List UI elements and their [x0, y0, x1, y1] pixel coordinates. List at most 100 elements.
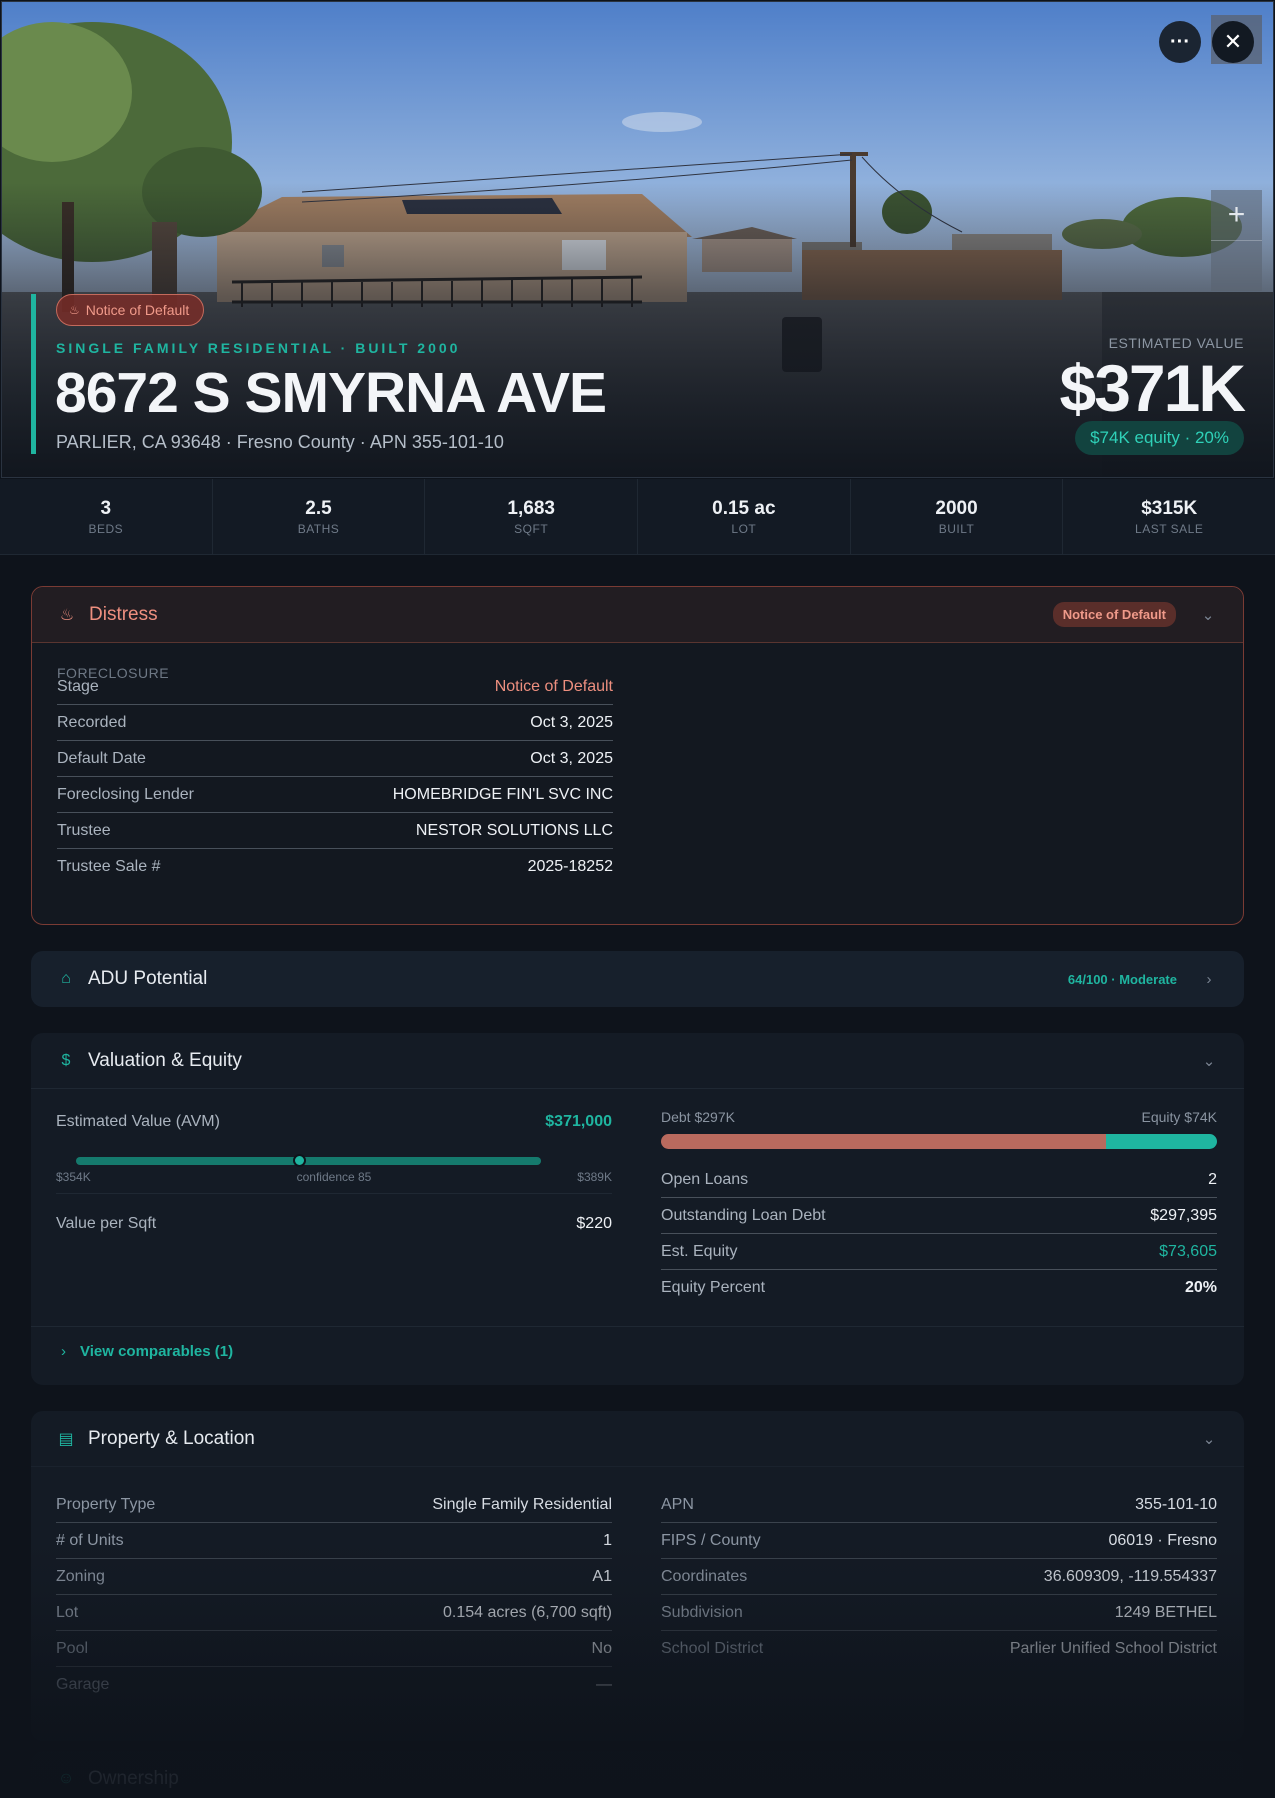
detail-row: Subdivision 1249 BETHEL: [661, 1595, 1217, 1631]
detail-key: School District: [661, 1640, 764, 1657]
distress-status-badge: Notice of Default: [1052, 602, 1176, 627]
equity-badge: $74K equity · 20%: [1075, 421, 1244, 455]
equity-segment: [1105, 1134, 1217, 1149]
loan-details: Open Loans 2 Outstanding Loan Debt $297,39…: [661, 1162, 1217, 1306]
detail-value: NESTOR SOLUTIONS LLC: [415, 821, 613, 839]
detail-value: 2: [1208, 1170, 1217, 1188]
close-icon: ✕: [1223, 29, 1243, 54]
chevron-right-icon: ›: [61, 1343, 66, 1360]
comparables-label: View comparables (1): [80, 1343, 234, 1360]
stat-value: 2000: [935, 498, 978, 519]
estimated-value-label: ESTIMATED VALUE: [1108, 335, 1244, 351]
stat-label: LAST SALE: [1135, 522, 1204, 536]
stat-value: 0.15 ac: [712, 498, 776, 519]
stat-label: LOT: [731, 522, 757, 536]
flame-icon: ♨: [69, 303, 80, 317]
property-header[interactable]: ▤ Property & Location ⌄: [31, 1411, 1244, 1467]
detail-row: Equity Percent 20%: [661, 1270, 1217, 1306]
detail-value: $297,395: [1150, 1206, 1217, 1224]
detail-row: Garage —: [56, 1667, 612, 1703]
detail-row: Estimated Value (AVM) $371,000: [56, 1104, 612, 1140]
detail-value: Oct 3, 2025: [530, 713, 613, 731]
stat-label: BEDS: [88, 522, 124, 536]
detail-key: APN: [661, 1495, 694, 1513]
adu-score: 64/100 · Moderate: [1067, 971, 1177, 987]
card-title: Ownership: [88, 1768, 179, 1789]
detail-key: Value per Sqft: [56, 1215, 157, 1232]
avm-range-fill: [76, 1157, 541, 1165]
detail-key: Zoning: [56, 1567, 105, 1585]
stat-beds: 3 BEDS: [0, 479, 213, 554]
stat-sqft: 1,683 SQFT: [425, 479, 639, 554]
valuation-equity-card: $ Valuation & Equity ⌄ Estimated Value (…: [31, 1033, 1244, 1385]
chevron-down-icon[interactable]: ⌄: [1199, 1052, 1219, 1070]
chevron-down-icon[interactable]: ⌄: [1199, 1430, 1219, 1448]
detail-row: School District Parlier Unified School Di…: [661, 1631, 1217, 1667]
detail-key: Estimated Value (AVM): [56, 1113, 220, 1130]
adu-header[interactable]: ⌂ ADU Potential 64/100 · Moderate ›: [31, 951, 1244, 1007]
avm-range-bar: [76, 1154, 541, 1167]
equity-label: Equity $74K: [1141, 1109, 1218, 1125]
chevron-down-icon[interactable]: ⌄: [1198, 606, 1218, 624]
detail-value: HOMEBRIDGE FIN'L SVC INC: [392, 785, 613, 803]
detail-key: Coordinates: [661, 1567, 748, 1585]
detail-row: Coordinates 36.609309, -119.554337: [661, 1559, 1217, 1595]
detail-key: Open Loans: [661, 1170, 749, 1188]
debt-equity-bar: [661, 1134, 1217, 1149]
zoom-out-button[interactable]: [1211, 240, 1262, 290]
map-zoom-controls: +: [1211, 190, 1262, 291]
range-low: $354K: [56, 1170, 91, 1184]
detail-key: Default Date: [57, 749, 146, 767]
detail-key: Property Type: [56, 1495, 156, 1513]
avm-value: $371,000: [545, 1113, 612, 1130]
detail-key: Est. Equity: [661, 1242, 738, 1260]
house-icon: ⌂: [61, 970, 71, 987]
property-subtitle: SINGLE FAMILY RESIDENTIAL · BUILT 2000: [56, 340, 461, 356]
detail-row: Stage Notice of Default: [57, 669, 613, 705]
ownership-card: ☺ Ownership: [31, 1751, 1244, 1798]
confidence-label: confidence 85: [296, 1170, 372, 1184]
detail-value: $73,605: [1159, 1242, 1217, 1260]
detail-row: # of Units 1: [56, 1523, 612, 1559]
detail-row: Recorded Oct 3, 2025: [57, 705, 613, 741]
detail-key: Trustee: [57, 821, 111, 839]
avm-block: Estimated Value (AVM) $371,000: [56, 1104, 612, 1140]
detail-row: Pool No: [56, 1631, 612, 1667]
card-title: ADU Potential: [88, 968, 208, 989]
card-title: Property & Location: [88, 1427, 255, 1449]
distress-header[interactable]: ♨ Distress Notice of Default ⌄: [32, 587, 1243, 643]
detail-key: FIPS / County: [661, 1531, 761, 1549]
adu-potential-card[interactable]: ⌂ ADU Potential 64/100 · Moderate ›: [31, 951, 1244, 1007]
detail-key: Pool: [56, 1639, 89, 1657]
zoom-in-button[interactable]: +: [1211, 190, 1262, 240]
detail-key: Foreclosing Lender: [57, 785, 194, 803]
detail-row: Lot 0.154 acres (6,700 sqft): [56, 1595, 612, 1631]
avm-range-marker: [293, 1154, 307, 1167]
more-options-button[interactable]: ···: [1159, 21, 1201, 63]
range-high: $389K: [577, 1170, 612, 1184]
detail-row: FIPS / County 06019 · Fresno: [661, 1523, 1217, 1559]
building-icon: ▤: [58, 1430, 74, 1448]
detail-key: Equity Percent: [661, 1279, 766, 1296]
valuation-header[interactable]: $ Valuation & Equity ⌄: [31, 1033, 1244, 1089]
property-stats-bar: 3 BEDS 2.5 BATHS 1,683 SQFT 0.15 ac LOT …: [0, 479, 1275, 555]
avm-range-labels: $354K confidence 85 $389K: [56, 1170, 612, 1184]
detail-value: —: [596, 1676, 612, 1693]
detail-value: 36.609309, -119.554337: [1043, 1567, 1217, 1585]
view-comparables-link[interactable]: › View comparables (1): [31, 1326, 1244, 1376]
detail-value: Single Family Residential: [432, 1495, 612, 1513]
detail-row: Value per Sqft $220: [56, 1194, 612, 1254]
close-button[interactable]: ✕: [1212, 21, 1254, 63]
detail-key: Trustee Sale #: [57, 858, 161, 875]
detail-row: Trustee NESTOR SOLUTIONS LLC: [57, 813, 613, 849]
ownership-header[interactable]: ☺ Ownership: [31, 1751, 1244, 1798]
detail-row: Property Type Single Family Residential: [56, 1487, 612, 1523]
stat-label: BATHS: [297, 522, 340, 536]
stat-value: $315K: [1141, 498, 1198, 519]
distress-card: ♨ Distress Notice of Default ⌄ FORECLOSU…: [31, 586, 1244, 925]
flame-icon: ♨: [59, 606, 75, 624]
detail-value: Oct 3, 2025: [530, 749, 613, 767]
chevron-right-icon[interactable]: ›: [1199, 971, 1219, 988]
detail-key: Stage: [57, 677, 99, 695]
stat-value: 1,683: [507, 498, 555, 519]
